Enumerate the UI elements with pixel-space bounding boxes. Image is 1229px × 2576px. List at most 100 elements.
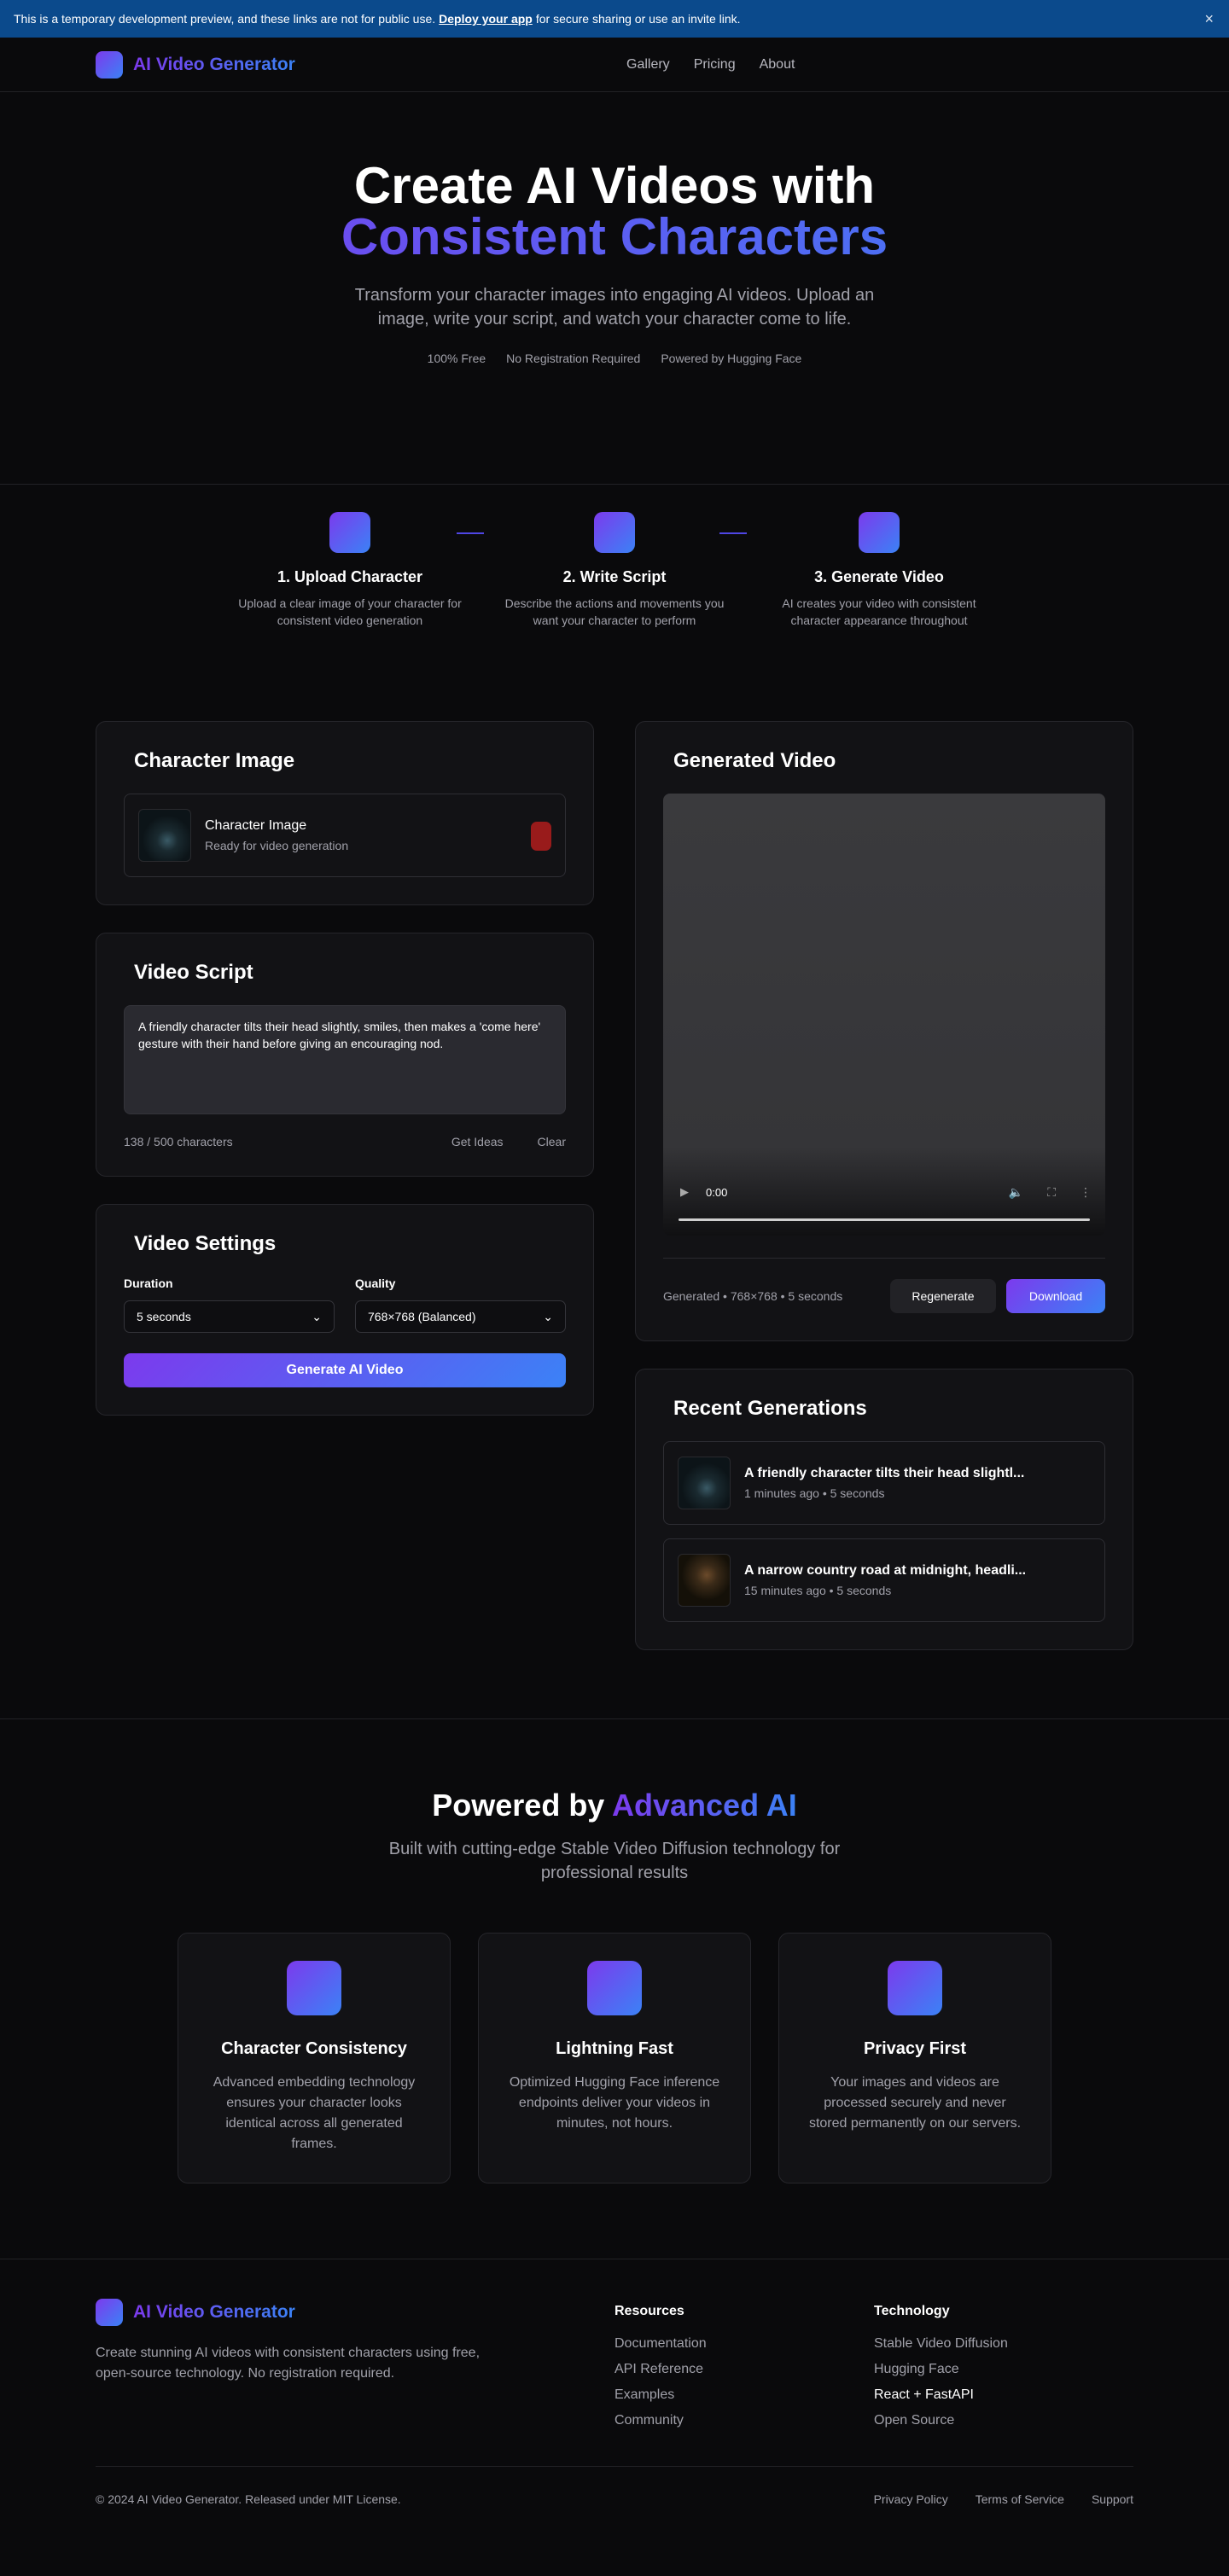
brand-logo[interactable]: AI Video Generator	[96, 50, 295, 79]
features-title-accent: Advanced AI	[612, 1788, 797, 1823]
clear-button[interactable]: Clear	[538, 1135, 566, 1148]
feature-title: Character Consistency	[221, 2039, 407, 2058]
hero-subtitle: Transform your character images into eng…	[354, 286, 875, 329]
privacy-policy-link[interactable]: Privacy Policy	[874, 2492, 948, 2506]
consistency-icon	[287, 1961, 341, 2015]
terms-link[interactable]: Terms of Service	[976, 2492, 1064, 2506]
quality-select[interactable]: 768×768 (Balanced) ⌄	[355, 1300, 566, 1333]
remove-image-button[interactable]	[531, 822, 551, 851]
step-script: 2. Write Script Describe the actions and…	[501, 512, 728, 629]
fullscreen-icon[interactable]: ⛶	[1047, 1185, 1056, 1200]
card-heading: Character Image	[134, 749, 295, 772]
nav-pricing[interactable]: Pricing	[694, 57, 736, 73]
recent-thumbnail	[678, 1457, 731, 1509]
badge-free: 100% Free	[427, 352, 486, 365]
step-desc: Upload a clear image of your character f…	[238, 596, 462, 627]
recent-item[interactable]: A narrow country road at midnight, headl…	[663, 1538, 1105, 1622]
features-subtitle: Built with cutting-edge Stable Video Dif…	[388, 1840, 841, 1882]
generate-video-button[interactable]: Generate AI Video	[124, 1353, 566, 1387]
card-heading: Video Script	[134, 961, 253, 984]
video-time: 0:00	[706, 1185, 728, 1199]
recent-item[interactable]: A friendly character tilts their head sl…	[663, 1441, 1105, 1525]
duration-select[interactable]: 5 seconds ⌄	[124, 1300, 335, 1333]
feature-card: Privacy First Your images and videos are…	[778, 1933, 1051, 2183]
card-heading: Recent Generations	[673, 1397, 867, 1420]
step-connector	[457, 532, 484, 534]
footer-link[interactable]: Community	[614, 2413, 874, 2428]
close-icon[interactable]: ×	[1204, 10, 1214, 28]
footer-logo[interactable]: AI Video Generator	[96, 2299, 614, 2326]
main-nav: Gallery Pricing About	[626, 57, 795, 73]
logo-icon	[96, 50, 123, 79]
footer-link[interactable]: API Reference	[614, 2362, 874, 2377]
logo-icon	[96, 2299, 123, 2326]
card-heading: Video Settings	[134, 1232, 277, 1255]
generator-workspace: Character Image Character Image Ready fo…	[0, 721, 1229, 1678]
play-icon[interactable]: ▶	[680, 1185, 692, 1199]
volume-icon[interactable]: 🔈	[1009, 1185, 1023, 1200]
feature-desc: Advanced embedding technology ensures yo…	[213, 2075, 416, 2151]
regenerate-button[interactable]: Regenerate	[890, 1279, 996, 1313]
generated-video-card: Generated Video ▶ 0:00 🔈 ⛶ ⋮ Generated •…	[635, 721, 1133, 1341]
footer-brand-name: AI Video Generator	[133, 2302, 295, 2322]
site-header: AI Video Generator Gallery Pricing About	[0, 38, 1229, 92]
character-thumbnail	[138, 809, 191, 862]
nav-about[interactable]: About	[760, 57, 795, 73]
get-ideas-button[interactable]: Get Ideas	[451, 1135, 504, 1148]
footer-link[interactable]: Stable Video Diffusion	[874, 2336, 1133, 2352]
left-column: Character Image Character Image Ready fo…	[96, 721, 594, 1678]
badge-hugging-face: Powered by Hugging Face	[661, 352, 802, 365]
card-heading: Generated Video	[673, 749, 836, 772]
privacy-icon	[888, 1961, 942, 2015]
features-section: Powered by Advanced AI Built with cuttin…	[0, 1718, 1229, 2259]
footer-technology: Technology Stable Video Diffusion Huggin…	[874, 2299, 1133, 2439]
footer-link[interactable]: Examples	[614, 2387, 874, 2403]
footer-link[interactable]: Open Source	[874, 2413, 1133, 2428]
hero-title-line1: Create AI Videos with	[353, 157, 876, 214]
banner-text-after: for secure sharing or use an invite link…	[535, 12, 741, 26]
nav-gallery[interactable]: Gallery	[626, 57, 670, 73]
feature-card: Character Consistency Advanced embedding…	[178, 1933, 451, 2183]
hero-section: Create AI Videos with Consistent Charact…	[0, 92, 1229, 485]
more-options-icon[interactable]: ⋮	[1080, 1185, 1092, 1200]
script-icon	[594, 512, 635, 553]
duration-label: Duration	[124, 1276, 173, 1290]
feature-desc: Optimized Hugging Face inference endpoin…	[509, 2075, 720, 2131]
step-title: 1. Upload Character	[277, 568, 423, 585]
deploy-link[interactable]: Deploy your app	[439, 12, 533, 26]
brand-name: AI Video Generator	[133, 54, 295, 74]
hero-title: Create AI Videos with Consistent Charact…	[0, 160, 1229, 263]
chevron-down-icon: ⌄	[312, 1309, 322, 1323]
hero-badges: 100% Free No Registration Required Power…	[0, 352, 1229, 365]
recent-generations-card: Recent Generations A friendly character …	[635, 1369, 1133, 1650]
copyright: © 2024 AI Video Generator. Released unde…	[96, 2492, 401, 2506]
step-generate: 3. Generate Video AI creates your video …	[766, 512, 993, 629]
duration-value: 5 seconds	[137, 1310, 191, 1323]
video-progress-bar[interactable]	[679, 1218, 1090, 1221]
step-desc: AI creates your video with consistent ch…	[782, 596, 976, 627]
preview-banner: This is a temporary development preview,…	[0, 0, 1229, 38]
file-title: Character Image	[205, 818, 307, 833]
hero-title-line2: Consistent Characters	[0, 212, 1229, 263]
support-link[interactable]: Support	[1092, 2492, 1133, 2506]
feature-card: Lightning Fast Optimized Hugging Face in…	[478, 1933, 751, 2183]
footer-link[interactable]: Documentation	[614, 2336, 874, 2352]
steps-section: 1. Upload Character Upload a clear image…	[0, 512, 1229, 629]
video-player[interactable]: ▶ 0:00 🔈 ⛶ ⋮	[663, 794, 1105, 1236]
footer-resources: Resources Documentation API Reference Ex…	[614, 2299, 874, 2439]
step-desc: Describe the actions and movements you w…	[504, 596, 725, 627]
footer-heading: Technology	[874, 2304, 950, 2318]
character-file-row: Character Image Ready for video generati…	[124, 794, 566, 877]
footer-link[interactable]: Hugging Face	[874, 2362, 1133, 2377]
recent-thumbnail	[678, 1554, 731, 1607]
download-button[interactable]: Download	[1006, 1279, 1105, 1313]
site-footer: AI Video Generator Create stunning AI vi…	[0, 2259, 1229, 2506]
badge-no-registration: No Registration Required	[506, 352, 641, 365]
script-textarea[interactable]: A friendly character tilts their head sl…	[124, 1005, 566, 1114]
footer-heading: Resources	[614, 2304, 684, 2318]
character-count: 138 / 500 characters	[124, 1135, 233, 1148]
footer-link[interactable]: React + FastAPI	[874, 2387, 1133, 2403]
lightning-icon	[587, 1961, 642, 2015]
step-title: 3. Generate Video	[814, 568, 944, 585]
chevron-down-icon: ⌄	[543, 1309, 553, 1323]
